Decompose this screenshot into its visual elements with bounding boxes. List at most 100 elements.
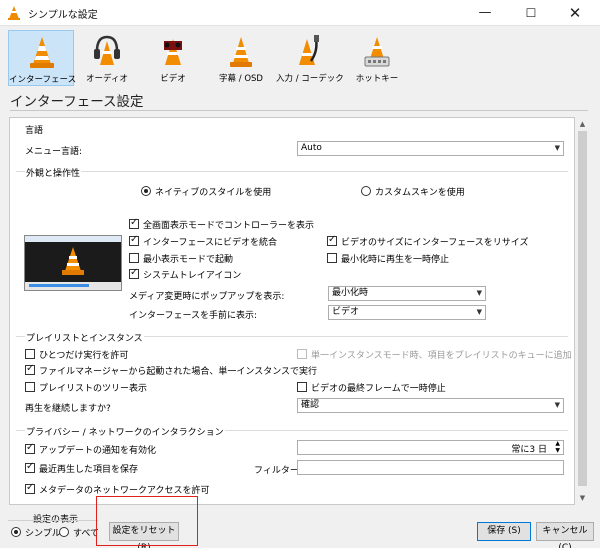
window-title: シンプルな設定	[28, 10, 98, 21]
category-label: オーディオ	[86, 74, 128, 84]
checkbox-resize-to-video-label: ビデオのサイズにインターフェースをリサイズ	[341, 238, 529, 248]
check-icon: ✓	[130, 267, 139, 278]
check-icon: ✓	[130, 234, 139, 245]
checkbox-metadata-network-label: メタデータのネットワークアクセスを許可	[39, 486, 210, 496]
scrollbar-thumb[interactable]	[578, 131, 587, 486]
checkbox-pause-minimized[interactable]	[327, 253, 337, 263]
update-interval-value: 常に3 日	[511, 445, 547, 455]
category-input-codecs[interactable]: 入力 / コーデック	[276, 30, 344, 86]
headphones-icon	[94, 35, 120, 65]
scroll-up-icon[interactable]: ▲	[575, 117, 590, 131]
category-label: 入力 / コーデック	[276, 74, 344, 84]
category-audio[interactable]: オーディオ	[74, 30, 140, 86]
checkbox-tree-view[interactable]	[25, 382, 35, 392]
radio-simple[interactable]	[11, 527, 21, 537]
filter-input[interactable]	[297, 460, 564, 475]
scroll-down-icon[interactable]: ▼	[575, 491, 590, 505]
close-button[interactable]: ✕	[552, 0, 598, 26]
popup-select[interactable]: 最小化時 ▼	[328, 286, 486, 301]
category-label: インターフェース	[9, 75, 77, 85]
category-video[interactable]: ビデオ	[140, 30, 206, 86]
maximize-button[interactable]: ☐	[508, 0, 554, 26]
raise-interface-label: インターフェースを手前に表示:	[129, 311, 258, 321]
vlc-cone-icon	[30, 37, 54, 68]
checkbox-tree-view-label: プレイリストのツリー表示	[39, 384, 148, 394]
category-subtitles-osd[interactable]: 字幕 / OSD	[208, 30, 274, 86]
menu-language-value: Auto	[301, 143, 322, 153]
checkbox-fullscreen-controller[interactable]: ✓	[129, 217, 139, 229]
checkbox-file-manager-instance[interactable]: ✓	[25, 363, 35, 375]
radio-custom-skin-label: カスタムスキンを使用	[375, 188, 465, 198]
radio-native-style-label: ネイティブのスタイルを使用	[155, 188, 272, 198]
category-label: ビデオ	[160, 74, 186, 84]
vlc-app-icon	[8, 6, 20, 20]
divider	[8, 520, 98, 521]
radio-native-style[interactable]	[141, 186, 151, 196]
check-icon: ✓	[26, 461, 35, 472]
title-bar: シンプルな設定 — ☐ ✕	[0, 0, 600, 26]
checkbox-one-instance-queue[interactable]	[297, 349, 307, 359]
checkbox-systray[interactable]: ✓	[129, 267, 139, 279]
raise-interface-select[interactable]: ビデオ ▼	[328, 305, 486, 320]
radio-custom-skin[interactable]	[361, 186, 371, 196]
subtitles-cone-icon	[230, 37, 252, 67]
filter-label: フィルター:	[254, 466, 302, 476]
section-title-privacy: プライバシー / ネットワークのインタラクション	[25, 425, 225, 438]
checkbox-save-recent[interactable]: ✓	[25, 461, 35, 473]
checkbox-pause-minimized-label: 最小化時に再生を一時停止	[341, 255, 450, 265]
radio-all[interactable]	[59, 527, 69, 537]
popup-value: 最小化時	[332, 288, 369, 298]
update-interval-spinbox[interactable]: 常に3 日 ▲ ▼	[297, 440, 564, 455]
category-toolbar: インターフェース オーディオ ビデオ 字幕 / OSD 入力 / コーデック ホ…	[0, 26, 600, 88]
spin-arrows-icon[interactable]: ▲ ▼	[555, 440, 560, 454]
category-hotkeys[interactable]: ホットキー	[344, 30, 410, 86]
section-title-playlist: プレイリストとインスタンス	[25, 331, 144, 344]
show-settings-label: 設定の表示	[33, 515, 79, 525]
vlc-cone-icon	[62, 247, 84, 275]
checkbox-fullscreen-controller-label: 全画面表示モードでコントローラーを表示	[143, 221, 315, 231]
category-label: ホットキー	[355, 74, 399, 84]
vertical-scrollbar[interactable]: ▲ ▼	[575, 117, 590, 505]
checkbox-minimal-mode[interactable]	[129, 253, 139, 263]
checkbox-metadata-network[interactable]: ✓	[25, 482, 35, 494]
minimize-button[interactable]: —	[462, 0, 508, 26]
chevron-down-icon: ▼	[476, 308, 482, 316]
page-title: インターフェース設定	[10, 94, 144, 110]
checkbox-embed-video[interactable]: ✓	[129, 234, 139, 246]
continue-playback-select[interactable]: 確認 ▼	[297, 398, 564, 413]
raise-interface-value: ビデオ	[332, 307, 360, 317]
checkbox-one-instance[interactable]	[25, 349, 35, 359]
category-label: 字幕 / OSD	[219, 74, 263, 84]
chevron-down-icon: ▼	[476, 289, 482, 297]
save-button[interactable]: 保存 (S)	[477, 522, 531, 541]
checkbox-minimal-mode-label: 最小表示モードで起動	[143, 255, 234, 265]
continue-playback-value: 確認	[301, 400, 320, 410]
popup-label: メディア変更時にポップアップを表示:	[129, 292, 285, 302]
radio-dot	[144, 189, 148, 193]
section-title-language: 言語	[25, 126, 44, 136]
chevron-down-icon: ▼	[554, 144, 560, 152]
checkbox-pause-last-frame-label: ビデオの最終フレームで一時停止	[311, 384, 446, 394]
check-icon: ✓	[130, 217, 139, 228]
checkbox-save-recent-label: 最近再生した項目を保存	[39, 465, 139, 475]
vlc-preview-image	[24, 235, 122, 291]
checkbox-pause-last-frame[interactable]	[297, 382, 307, 392]
category-interface[interactable]: インターフェース	[8, 30, 77, 86]
checkbox-systray-label: システムトレイアイコン	[143, 271, 242, 281]
divider	[10, 110, 588, 111]
chevron-down-icon: ▼	[554, 401, 560, 409]
checkbox-resize-to-video[interactable]: ✓	[327, 234, 337, 246]
checkbox-update-notify[interactable]: ✓	[25, 442, 35, 454]
settings-panel: 言語 メニュー言語: Auto ▼ 外観と操作性 ネイティブのスタイルを使用 カ…	[9, 117, 575, 505]
menu-language-select[interactable]: Auto ▼	[297, 141, 564, 156]
hotkeys-icon	[364, 37, 390, 67]
cancel-button[interactable]: キャンセル (C)	[536, 522, 594, 548]
checkbox-embed-video-label: インターフェースにビデオを統合	[143, 238, 278, 248]
checkbox-one-instance-queue-label: 単一インスタンスモード時、項目をプレイリストのキューに追加	[311, 351, 572, 361]
film-icon	[164, 39, 182, 65]
radio-dot	[14, 530, 18, 534]
check-icon: ✓	[328, 234, 337, 245]
checkbox-one-instance-label: ひとつだけ実行を許可	[39, 351, 129, 361]
check-icon: ✓	[26, 482, 35, 493]
checkbox-update-notify-label: アップデートの通知を有効化	[39, 446, 157, 456]
